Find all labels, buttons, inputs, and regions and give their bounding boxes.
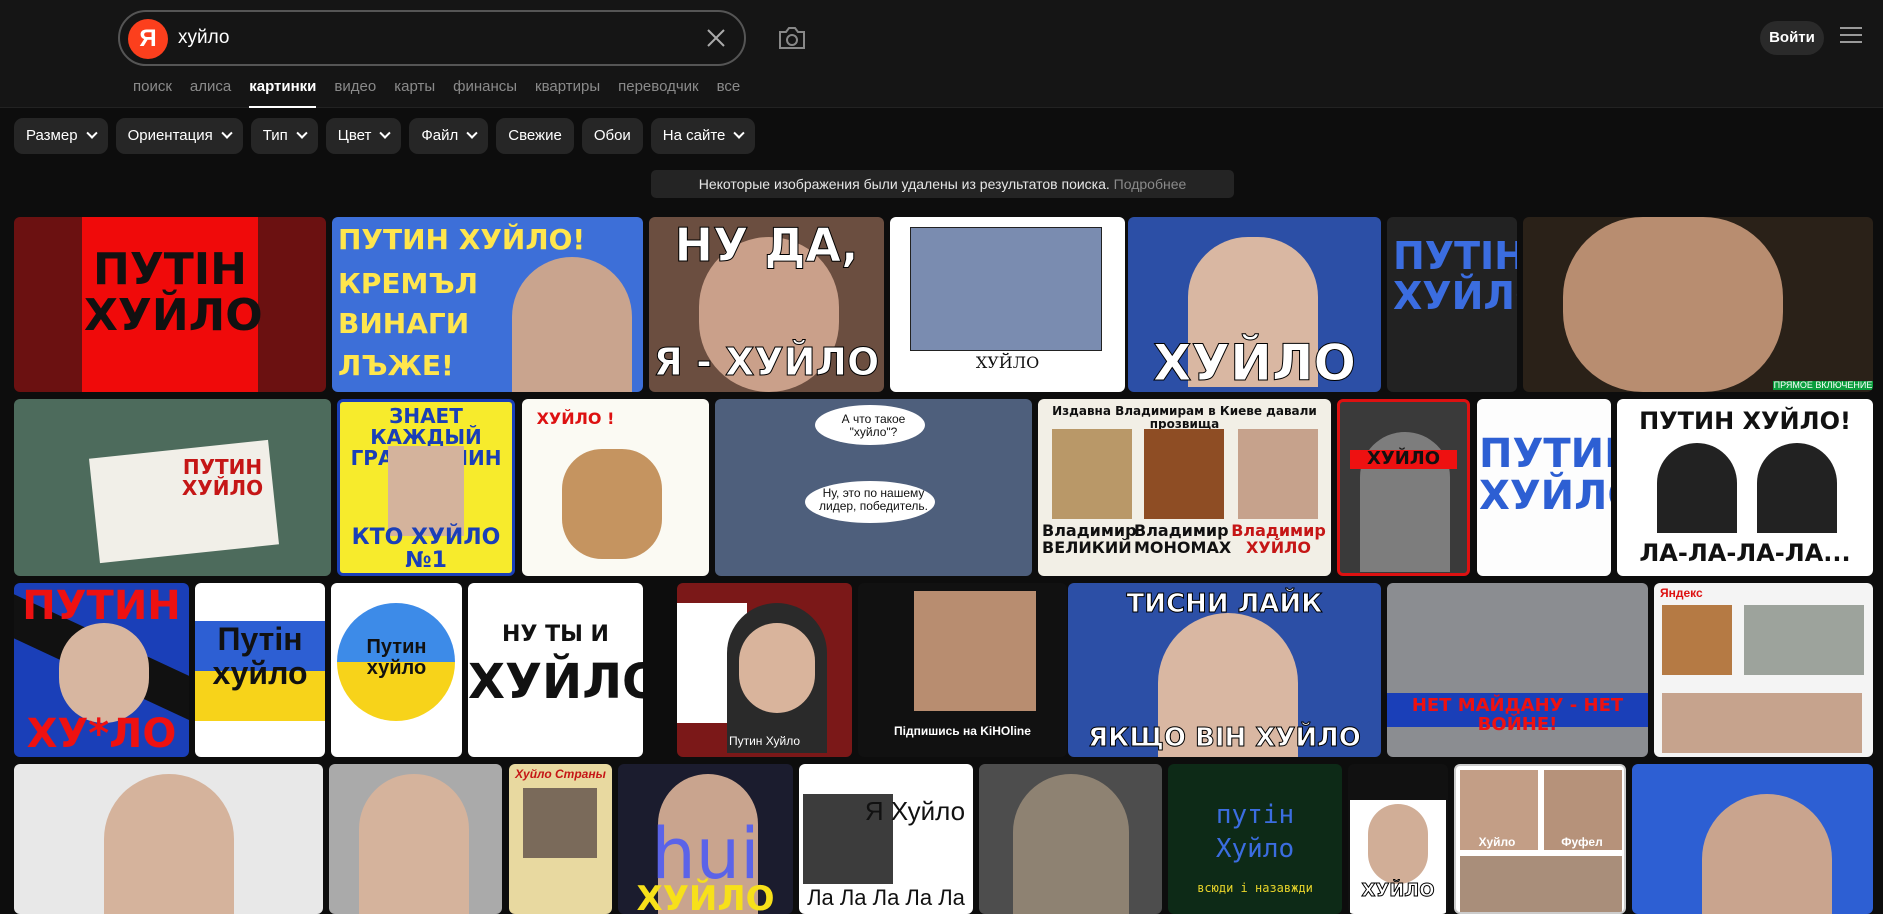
nav-search[interactable]: поиск xyxy=(133,78,172,108)
image-result[interactable] xyxy=(979,764,1162,914)
image-result[interactable]: Яндекс xyxy=(1654,583,1873,757)
image-result[interactable]: Хуйло Фуфел xyxy=(1454,764,1626,914)
hamburger-icon[interactable] xyxy=(1840,27,1862,45)
image-result[interactable]: hui ХУЙЛО xyxy=(618,764,793,914)
image-result[interactable]: ПУТІН ХУЙЛО xyxy=(1387,217,1517,392)
image-result[interactable]: Издавна Владимирам в Киеве давали прозви… xyxy=(1038,399,1331,576)
chevron-down-icon xyxy=(466,127,478,139)
nav-finance[interactable]: финансы xyxy=(453,78,517,108)
chevron-down-icon xyxy=(85,127,98,139)
close-icon[interactable] xyxy=(702,24,730,52)
filter-file[interactable]: Файл xyxy=(409,118,489,154)
image-result[interactable]: А что такое "хуйло"? Ну, это по нашему л… xyxy=(715,399,1032,576)
camera-icon[interactable] xyxy=(776,24,808,52)
image-result[interactable]: ЗНАЕТ КАЖДЫЙ ГРАЖДАНИН КТО ХУЙЛО №1 xyxy=(337,399,515,576)
yandex-logo-icon[interactable]: Я xyxy=(128,19,168,59)
image-result[interactable]: Путин хуйло xyxy=(331,583,462,757)
image-result[interactable]: ХУЙЛО xyxy=(890,217,1125,392)
image-result[interactable]: путін Хуйло всюди і назавжди xyxy=(1168,764,1342,914)
filter-color[interactable]: Цвет xyxy=(325,118,402,154)
image-result[interactable]: Путин Хуйло xyxy=(677,583,852,757)
filter-fresh[interactable]: Свежие xyxy=(496,118,574,154)
nav-all[interactable]: все xyxy=(717,78,741,108)
image-result[interactable]: ПУТИН ХУЙЛО xyxy=(14,399,331,576)
nav-images[interactable]: картинки xyxy=(249,78,317,108)
image-result[interactable] xyxy=(1632,764,1873,914)
image-result[interactable]: Підпишись на KiHOline xyxy=(858,583,1067,757)
notice-more-link[interactable]: Подробнее xyxy=(1114,176,1187,192)
image-result[interactable]: ТИСНИ ЛАЙК ЯКЩО ВІН ХУЙЛО xyxy=(1068,583,1381,757)
filter-bar: Размер Ориентация Тип Цвет Файл Свежие О… xyxy=(14,118,756,154)
image-result[interactable]: Я Хуйло Ла Ла Ла Ла Ла xyxy=(799,764,973,914)
filter-size[interactable]: Размер xyxy=(14,118,108,154)
image-result[interactable]: ХУЙЛО xyxy=(1337,399,1470,576)
image-result[interactable] xyxy=(14,764,323,914)
nav-alice[interactable]: алиса xyxy=(190,78,231,108)
image-result[interactable]: ХУЙЛО ! xyxy=(522,399,709,576)
image-result[interactable]: Хуйло Страны xyxy=(509,764,612,914)
chevron-down-icon xyxy=(221,127,233,139)
image-result[interactable]: НЕТ МАЙДАНУ - НЕТ ВОЙНЕ! xyxy=(1387,583,1648,757)
image-result[interactable]: ПРЯМОЕ ВКЛЮЧЕНИЕ xyxy=(1523,217,1873,392)
chevron-down-icon xyxy=(296,127,308,139)
chevron-down-icon xyxy=(733,127,746,139)
image-result[interactable]: ХУЙЛО xyxy=(1348,764,1448,914)
search-input[interactable] xyxy=(178,27,658,49)
image-result[interactable]: ПУТИН ХУЙЛО! КРЕМЪЛ ВИНАГИ ЛЪЖЕ! xyxy=(332,217,643,392)
service-nav: поиск алиса картинки видео карты финансы… xyxy=(133,78,758,108)
nav-video[interactable]: видео xyxy=(334,78,376,108)
search-box[interactable]: Я xyxy=(118,10,746,66)
image-result[interactable]: ПУТІН ХУЙЛО xyxy=(14,217,326,392)
image-result[interactable]: НУ ДА, Я - ХУЙЛО xyxy=(649,217,884,392)
image-result[interactable]: ПУТИН ХУ*ЛО xyxy=(14,583,189,757)
chevron-down-icon xyxy=(379,127,392,139)
filter-orientation[interactable]: Ориентация xyxy=(115,118,243,154)
image-result[interactable]: ПУТИН ХУЙЛО xyxy=(1477,399,1611,576)
removed-results-notice: Некоторые изображения были удалены из ре… xyxy=(651,170,1234,198)
nav-translator[interactable]: переводчик xyxy=(618,78,698,108)
login-button[interactable]: Войти xyxy=(1760,21,1824,55)
filter-type[interactable]: Тип xyxy=(250,118,318,154)
image-result[interactable]: ХУЙЛО xyxy=(1128,217,1381,392)
filter-wallpapers[interactable]: Обои xyxy=(581,118,643,154)
image-result[interactable] xyxy=(329,764,502,914)
filter-on-site[interactable]: На сайте xyxy=(650,118,756,154)
image-result[interactable]: НУ ТЫ И ХУЙЛО xyxy=(468,583,643,757)
header: Я Войти поиск алиса картинки видео карты… xyxy=(0,0,1883,108)
nav-maps[interactable]: карты xyxy=(394,78,435,108)
image-result[interactable]: Путін хуйло xyxy=(195,583,325,757)
image-result[interactable]: ПУТИН ХУЙЛО! ЛА-ЛА-ЛА-ЛА... xyxy=(1617,399,1873,576)
nav-apartments[interactable]: квартиры xyxy=(535,78,600,108)
